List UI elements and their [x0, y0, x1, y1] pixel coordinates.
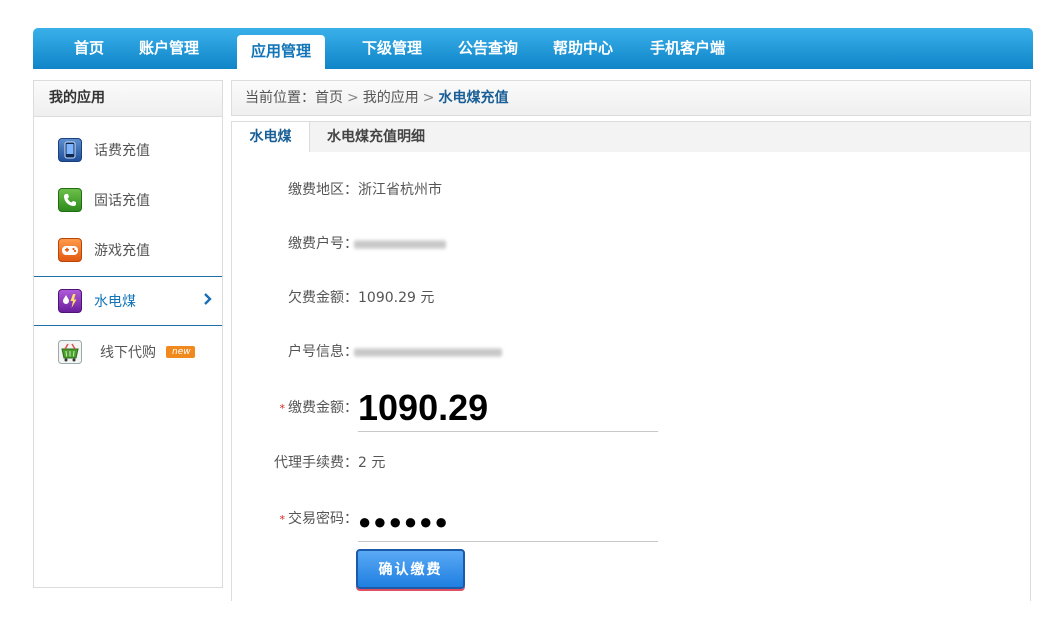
nav-announcements[interactable]: 公告查询	[458, 28, 518, 69]
sidebar-item-offline-purchase[interactable]: 线下代购 new	[34, 327, 222, 377]
breadcrumb: 当前位置：首页 > 我的应用 > 水电煤充值	[231, 80, 1031, 116]
breadcrumb-link-home[interactable]: 首页	[315, 90, 343, 106]
nav-subordinate[interactable]: 下级管理	[362, 28, 422, 69]
breadcrumb-prefix: 当前位置：	[245, 90, 315, 106]
sidebar-item-label: 话费充值	[94, 143, 150, 159]
password-input[interactable]	[358, 502, 658, 542]
breadcrumb-separator: >	[422, 90, 435, 106]
breadcrumb-current: 水电煤充值	[438, 90, 509, 106]
account-number-redacted	[354, 240, 446, 249]
chevron-right-icon	[203, 292, 212, 310]
row-arrears: 欠费金额： 1090.29 元	[232, 283, 832, 313]
nav-help[interactable]: 帮助中心	[553, 28, 613, 69]
nav-mobile-client[interactable]: 手机客户端	[650, 28, 725, 69]
nav-home[interactable]: 首页	[74, 28, 104, 69]
arrears-label: 欠费金额：	[288, 290, 358, 306]
amount-input[interactable]	[358, 384, 658, 432]
account-info-label: 户号信息：	[288, 344, 358, 360]
sidebar-item-label: 固话充值	[94, 193, 150, 209]
breadcrumb-link-my-apps[interactable]: 我的应用	[363, 90, 419, 106]
breadcrumb-separator: >	[347, 90, 359, 106]
row-region: 缴费地区： 浙江省杭州市	[232, 175, 832, 205]
utility-payment-panel: 水电煤 水电煤充值明细 缴费地区： 浙江省杭州市 缴费户号： 欠费金额： 109…	[231, 121, 1031, 601]
nav-apps[interactable]: 应用管理	[237, 35, 326, 69]
utility-icon	[58, 289, 82, 313]
region-value: 浙江省杭州市	[358, 182, 442, 198]
row-fee: 代理手续费： 2 元	[232, 448, 832, 478]
top-nav: 首页 账户管理 应用管理 下级管理 公告查询 帮助中心 手机客户端	[33, 28, 1033, 69]
account-info-redacted	[354, 348, 502, 357]
sidebar-item-label: 游戏充值	[94, 243, 150, 259]
game-icon	[58, 238, 82, 262]
region-label: 缴费地区：	[288, 182, 358, 198]
arrears-value: 1090.29 元	[358, 290, 435, 306]
password-label: * 交易密码：	[279, 511, 359, 527]
shopping-basket-icon	[58, 340, 82, 364]
required-marker: *	[279, 513, 286, 526]
sidebar-item-label: 水电煤	[94, 294, 136, 310]
fee-label: 代理手续费：	[274, 455, 358, 471]
tab-utilities[interactable]: 水电煤	[232, 122, 310, 152]
tab-utilities-details[interactable]: 水电煤充值明细	[327, 122, 425, 152]
sidebar-item-utilities[interactable]: 水电煤	[34, 276, 222, 326]
phone-icon	[58, 138, 82, 162]
nav-account[interactable]: 账户管理	[139, 28, 199, 69]
tab-bar: 水电煤 水电煤充值明细	[232, 122, 1030, 152]
amount-label: * 缴费金额：	[279, 400, 359, 416]
telephone-icon	[58, 188, 82, 212]
row-account-info: 户号信息：	[232, 337, 832, 367]
sidebar: 我的应用 话费充值 固话充值 游戏充值 水电煤 线下代购 new	[33, 80, 223, 588]
sidebar-item-game-topup[interactable]: 游戏充值	[34, 225, 222, 275]
required-marker: *	[279, 402, 286, 415]
confirm-payment-button[interactable]: 确认缴费	[356, 549, 465, 589]
sidebar-item-landline-topup[interactable]: 固话充值	[34, 175, 222, 225]
sidebar-title: 我的应用	[34, 81, 222, 117]
account-label: 缴费户号：	[288, 236, 358, 252]
sidebar-item-mobile-topup[interactable]: 话费充值	[34, 125, 222, 175]
row-account: 缴费户号：	[232, 229, 832, 259]
fee-value: 2 元	[358, 455, 386, 471]
new-badge: new	[166, 346, 195, 358]
sidebar-item-label: 线下代购	[100, 345, 156, 361]
